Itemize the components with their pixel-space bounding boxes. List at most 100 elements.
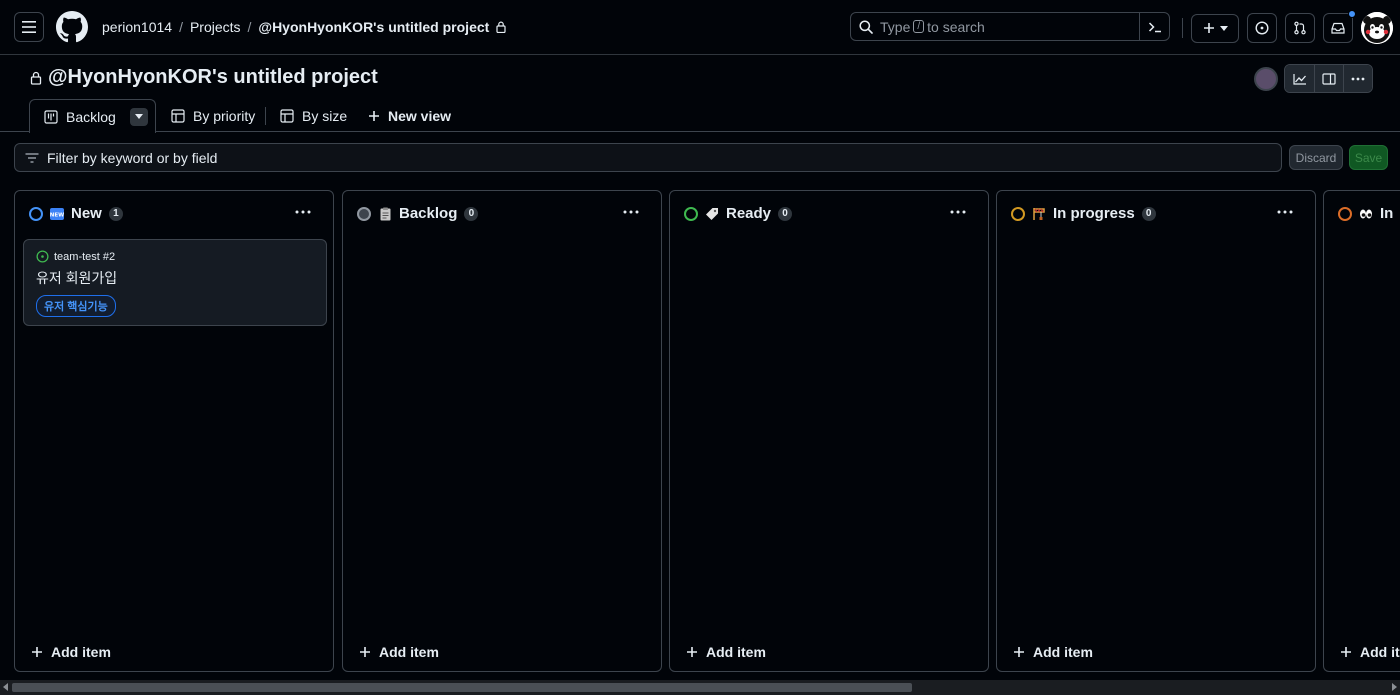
plus-icon xyxy=(1203,23,1214,33)
plus-icon xyxy=(360,647,370,657)
plus-icon xyxy=(687,647,697,657)
eyes-emoji-icon xyxy=(1359,207,1373,221)
card-repo-ref[interactable]: team-test #2 xyxy=(54,251,115,263)
side-panel-button[interactable] xyxy=(1314,65,1343,92)
add-item-label: Add item xyxy=(706,644,766,660)
column-header: In progress 0 xyxy=(1011,205,1156,222)
pull-requests-button[interactable] xyxy=(1285,13,1315,43)
add-item-button[interactable]: Add item xyxy=(31,644,111,660)
tab-by-size[interactable]: By size xyxy=(280,99,347,132)
card-title[interactable]: 유저 회원가입 xyxy=(36,268,314,288)
breadcrumb-projects[interactable]: Projects xyxy=(190,19,241,35)
tab-label: Backlog xyxy=(66,108,116,125)
scroll-right-arrow-icon[interactable] xyxy=(1392,683,1397,691)
status-circle-icon xyxy=(1338,206,1352,221)
kebab-horizontal-icon xyxy=(1351,77,1365,80)
horizontal-scrollbar[interactable] xyxy=(0,680,1400,695)
column-name: In xyxy=(1380,205,1394,222)
column-new: NEW New 1 team-test #2 유저 회원가입 유저 핵심기능 A… xyxy=(14,190,334,672)
breadcrumb-owner[interactable]: perion1014 xyxy=(102,19,172,35)
issue-circle-icon xyxy=(1255,21,1269,35)
open-issue-icon xyxy=(36,250,49,263)
insights-button[interactable] xyxy=(1285,65,1314,92)
plus-icon xyxy=(1341,647,1351,657)
breadcrumb-current-project[interactable]: @HyonHyonKOR's untitled project xyxy=(258,19,489,35)
column-name: Backlog xyxy=(399,205,458,222)
discard-button[interactable]: Discard xyxy=(1289,145,1343,170)
tab-label: By priority xyxy=(193,107,256,124)
create-new-button[interactable] xyxy=(1191,13,1239,43)
kebab-horizontal-icon xyxy=(295,210,311,214)
tab-backlog[interactable]: Backlog xyxy=(29,99,156,133)
view-options-button[interactable] xyxy=(129,107,148,126)
hamburger-icon xyxy=(22,21,36,33)
issues-button[interactable] xyxy=(1247,13,1277,43)
breadcrumb: perion1014 / Projects / @HyonHyonKOR's u… xyxy=(102,19,506,35)
column-menu-button[interactable] xyxy=(295,201,311,219)
kebab-horizontal-icon xyxy=(1277,210,1293,214)
add-item-button[interactable]: Add ite xyxy=(1340,644,1400,660)
construction-emoji-icon xyxy=(1032,207,1046,221)
column-menu-button[interactable] xyxy=(1277,201,1293,219)
column-menu-button[interactable] xyxy=(950,201,966,219)
add-item-button[interactable]: Add item xyxy=(359,644,439,660)
project-action-group xyxy=(1284,64,1373,93)
pull-request-icon xyxy=(1294,21,1306,35)
more-options-button[interactable] xyxy=(1343,65,1372,92)
search-placeholder-after: to search xyxy=(927,18,985,35)
item-count-badge: 0 xyxy=(778,206,793,221)
plus-icon xyxy=(1014,647,1024,657)
status-circle-icon xyxy=(29,206,43,221)
github-logo-icon[interactable] xyxy=(56,11,88,43)
project-title: @HyonHyonKOR's untitled project xyxy=(48,66,378,88)
add-item-label: Add item xyxy=(1033,644,1093,660)
filter-placeholder: Filter by keyword or by field xyxy=(47,149,218,166)
collaborator-avatar[interactable] xyxy=(1254,66,1278,91)
filter-icon xyxy=(25,152,39,163)
column-header: In xyxy=(1338,205,1393,222)
breadcrumb-separator: / xyxy=(179,19,183,35)
menu-button[interactable] xyxy=(14,12,44,42)
status-circle-icon xyxy=(357,206,371,221)
inbox-button[interactable] xyxy=(1323,10,1356,43)
lock-icon xyxy=(30,71,42,85)
breadcrumb-separator: / xyxy=(247,19,252,35)
board-icon xyxy=(44,109,58,124)
column-backlog: Backlog 0 Add item xyxy=(342,190,662,672)
column-name: In progress xyxy=(1053,205,1135,222)
column-menu-button[interactable] xyxy=(623,201,639,219)
svg-text:NEW: NEW xyxy=(50,212,64,218)
divider xyxy=(265,107,266,125)
bear-avatar-icon xyxy=(1361,12,1393,44)
column-in-review: In Add ite xyxy=(1323,190,1400,672)
add-item-label: Add ite xyxy=(1360,644,1400,660)
issue-label[interactable]: 유저 핵심기능 xyxy=(36,295,116,317)
new-emoji-icon: NEW xyxy=(50,207,64,221)
filter-input[interactable]: Filter by keyword or by field xyxy=(14,143,1282,172)
global-header: perion1014 / Projects / @HyonHyonKOR's u… xyxy=(0,0,1400,55)
save-button[interactable]: Save xyxy=(1349,145,1388,170)
add-item-button[interactable]: Add item xyxy=(1013,644,1093,660)
kebab-horizontal-icon xyxy=(950,210,966,214)
view-tabs: Backlog By priority By size New view xyxy=(0,99,1400,133)
command-palette-button[interactable] xyxy=(1139,13,1169,40)
search-input[interactable]: Type / to search xyxy=(850,12,1170,41)
user-avatar[interactable] xyxy=(1361,12,1393,44)
add-item-button[interactable]: Add item xyxy=(686,644,766,660)
status-circle-icon xyxy=(1011,206,1025,221)
search-icon xyxy=(859,19,873,34)
new-view-button[interactable]: New view xyxy=(368,99,451,132)
notification-dot xyxy=(1348,10,1356,18)
issue-card[interactable]: team-test #2 유저 회원가입 유저 핵심기능 xyxy=(23,239,327,326)
scrollbar-thumb[interactable] xyxy=(12,683,912,692)
project-actions xyxy=(1254,64,1373,93)
item-count-badge: 0 xyxy=(1141,206,1156,221)
column-header: Backlog 0 xyxy=(357,205,479,222)
column-header: Ready 0 xyxy=(684,205,793,222)
scroll-left-arrow-icon[interactable] xyxy=(3,683,8,691)
chevron-down-icon xyxy=(1219,25,1228,31)
new-view-label: New view xyxy=(388,107,452,124)
tab-by-priority[interactable]: By priority xyxy=(171,99,255,132)
add-item-label: Add item xyxy=(379,644,439,660)
kebab-horizontal-icon xyxy=(623,210,639,214)
